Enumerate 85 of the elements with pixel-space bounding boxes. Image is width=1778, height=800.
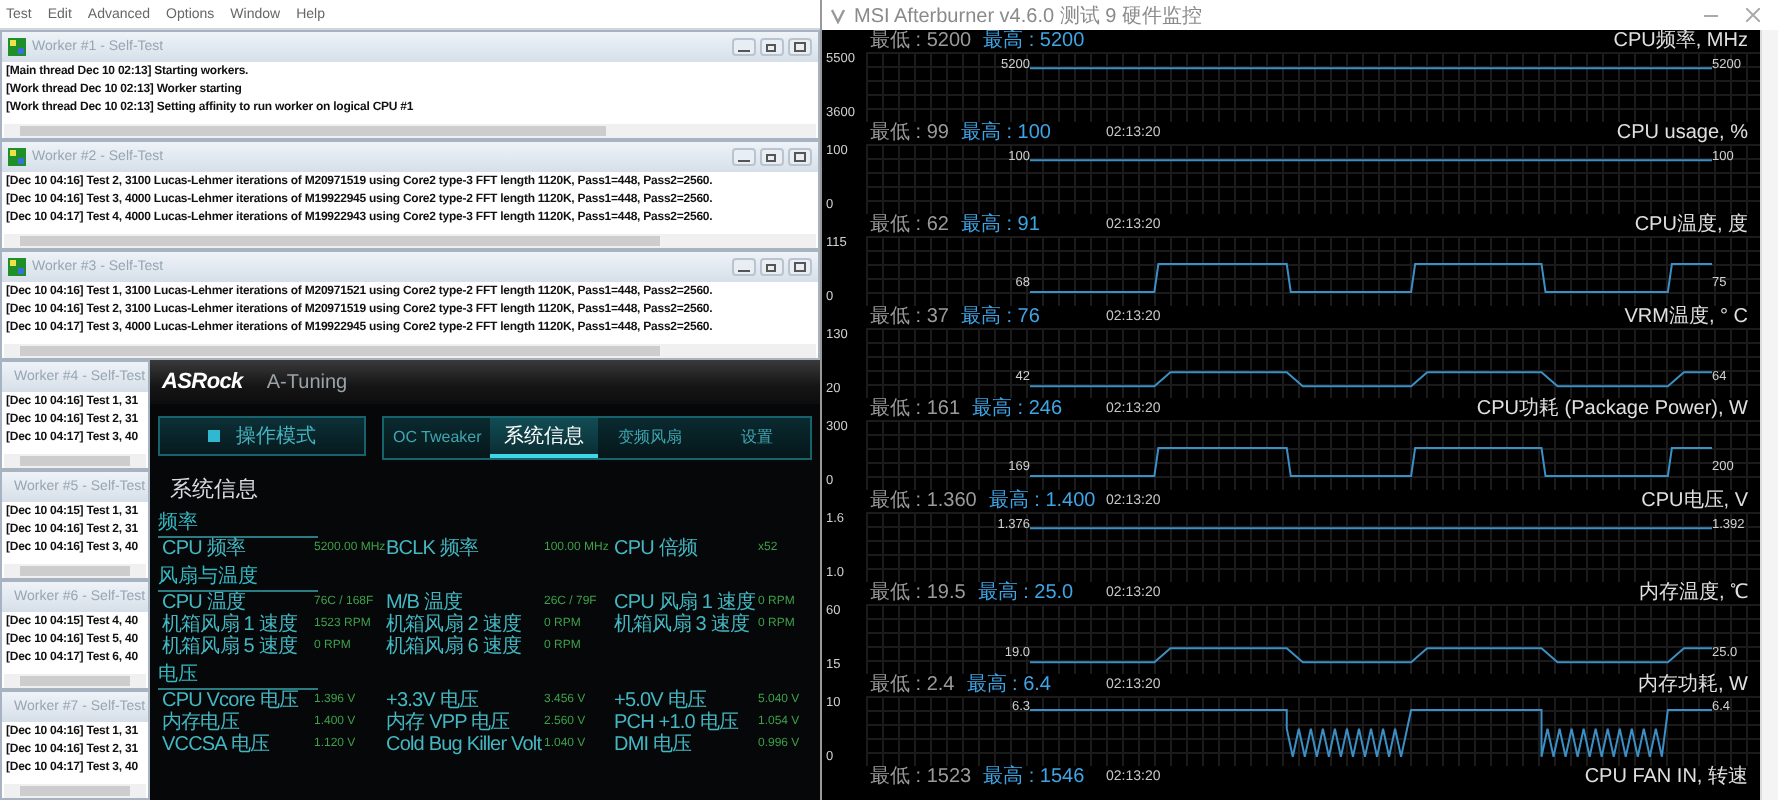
- app-icon: [8, 148, 26, 166]
- restore-icon: [766, 152, 778, 162]
- scrollbar-thumb[interactable]: [20, 236, 660, 246]
- graph-title: CPU电压, V: [1641, 490, 1750, 512]
- info-label: CPU Vcore 电压: [162, 690, 298, 712]
- max-reading: 最高 : 91: [960, 214, 1040, 236]
- info-label: DMI 电压: [614, 734, 692, 756]
- info-label: 机箱风扇 3 速度: [614, 614, 750, 636]
- info-label: 机箱风扇 2 速度: [386, 614, 522, 636]
- min-reading: 最低 : 62: [870, 214, 949, 236]
- tab[interactable]: 变频风扇: [597, 418, 704, 458]
- min-reading: 最低 : 1.360: [870, 490, 977, 512]
- max-reading: 最高 : 25.0: [977, 582, 1074, 604]
- mode-tab[interactable]: 操作模式: [158, 416, 366, 456]
- info-label: 内存电压: [162, 712, 239, 734]
- restore-button[interactable]: [760, 258, 784, 276]
- tab[interactable]: 设置: [703, 418, 810, 458]
- graph-title: VRM温度, ° C: [1624, 306, 1750, 328]
- restore-icon: [766, 42, 778, 52]
- minimize-button[interactable]: [732, 38, 756, 56]
- minimize-button[interactable]: [732, 148, 756, 166]
- graph-title: 内存温度, ℃: [1638, 582, 1750, 604]
- section-title: 系统信息: [168, 475, 260, 506]
- max-reading: 最高 : 100: [960, 122, 1051, 144]
- home-icon: [208, 430, 220, 442]
- info-label: BCLK 频率: [386, 538, 479, 560]
- restore-button[interactable]: [760, 148, 784, 166]
- info-label: CPU 风扇 1 速度: [614, 592, 756, 614]
- graph-title: CPU FAN IN, 转速: [1584, 766, 1750, 788]
- restore-button[interactable]: [760, 38, 784, 56]
- restore-icon: [766, 262, 778, 272]
- graph-title: 内存功耗, W: [1638, 674, 1750, 696]
- info-label: CPU 温度: [162, 592, 245, 614]
- info-label: 机箱风扇 6 速度: [386, 636, 522, 658]
- close-icon[interactable]: [1746, 8, 1760, 22]
- minimize-button[interactable]: [732, 258, 756, 276]
- maximize-icon: [794, 42, 806, 52]
- graph-title: CPU usage, %: [1616, 122, 1750, 144]
- info-label: CPU 倍频: [614, 538, 697, 560]
- info-label: VCCSA 电压: [162, 734, 269, 756]
- tab[interactable]: OC Tweaker: [384, 418, 491, 458]
- group-heading: 电压: [158, 664, 318, 690]
- scrollbar-thumb[interactable]: [20, 456, 130, 466]
- app-icon: [8, 38, 26, 56]
- min-reading: 最低 : 19.5: [870, 582, 966, 604]
- scrollbar-thumb[interactable]: [20, 126, 605, 136]
- maximize-button[interactable]: [788, 258, 812, 276]
- max-reading: 最高 : 246: [972, 398, 1063, 420]
- brand-logo: ASRock: [162, 370, 243, 394]
- scrollbar-thumb[interactable]: [20, 566, 130, 576]
- maximize-button[interactable]: [788, 38, 812, 56]
- info-label: 机箱风扇 1 速度: [162, 614, 298, 636]
- graph-title: CPU功耗 (Package Power), W: [1476, 398, 1750, 420]
- info-label: Cold Bug Killer Volt: [386, 734, 542, 756]
- info-label: 内存 VPP 电压: [386, 712, 510, 734]
- min-reading: 最低 : 99: [870, 122, 949, 144]
- max-reading: 最高 : 1546: [983, 766, 1085, 788]
- info-label: CPU 频率: [162, 538, 245, 560]
- scrollbar-thumb[interactable]: [20, 786, 130, 796]
- info-label: +5.0V 电压: [614, 690, 706, 712]
- max-reading: 最高 : 1.400: [988, 490, 1096, 512]
- info-label: PCH +1.0 电压: [614, 712, 739, 734]
- maximize-icon: [794, 152, 806, 162]
- max-reading: 最高 : 6.4: [966, 674, 1051, 696]
- maximize-icon: [794, 262, 806, 272]
- window-title: MSI Afterburner v4.6.0 测试 9 硬件监控: [854, 3, 1202, 29]
- app-icon: [8, 258, 26, 276]
- min-reading: 最低 : 2.4: [870, 674, 955, 696]
- min-reading: 最低 : 37: [870, 306, 949, 328]
- group-heading: 风扇与温度: [158, 566, 318, 592]
- app-icon: [830, 7, 846, 23]
- min-reading: 最低 : 161: [870, 398, 961, 420]
- maximize-button[interactable]: [788, 148, 812, 166]
- scrollbar-thumb[interactable]: [20, 346, 660, 356]
- min-reading: 最低 : 5200: [870, 30, 972, 52]
- info-label: M/B 温度: [386, 592, 463, 614]
- group-heading: 频率: [158, 512, 318, 538]
- max-reading: 最高 : 76: [960, 306, 1040, 328]
- info-label: 机箱风扇 5 速度: [162, 636, 298, 658]
- graph-title: CPU温度, 度: [1634, 214, 1750, 236]
- min-reading: 最低 : 1523: [870, 766, 972, 788]
- product-name: A-Tuning: [266, 371, 348, 393]
- tab[interactable]: 系统信息: [490, 418, 597, 458]
- info-label: +3.3V 电压: [386, 690, 478, 712]
- scrollbar-thumb[interactable]: [20, 676, 130, 686]
